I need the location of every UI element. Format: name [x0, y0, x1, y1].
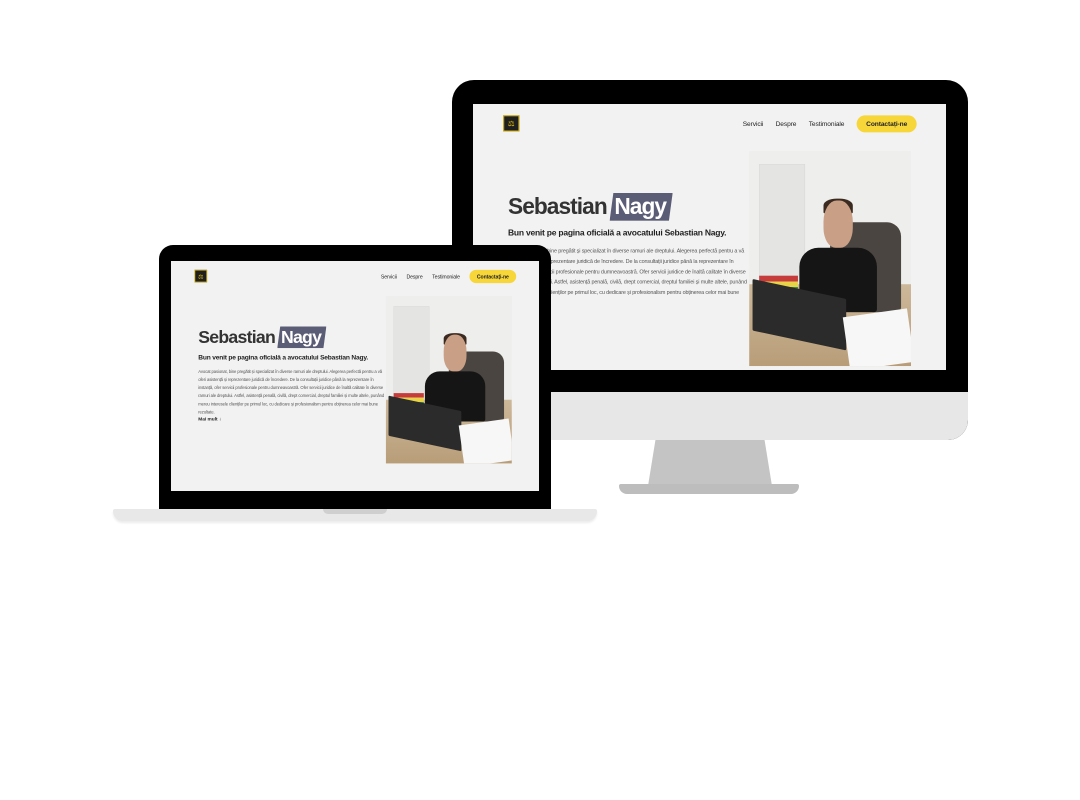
main-nav: Servicii Despre Testimoniale Contactați-… [743, 115, 917, 133]
nav-testimoniale[interactable]: Testimoniale [809, 120, 845, 128]
contact-button[interactable]: Contactați-ne [856, 115, 917, 133]
lawyer-photo [749, 151, 911, 367]
monitor-stand-base [619, 484, 799, 494]
hero-title: Sebastian Nagy [508, 192, 673, 221]
hero-last-name: Nagy [277, 326, 327, 349]
hero-title: Sebastian Nagy [198, 326, 327, 349]
lawyer-photo [385, 296, 512, 464]
contact-button[interactable]: Contactați-ne [469, 269, 517, 284]
laptop-screen: ⚖ Servicii Despre Testimoniale Contactaț… [171, 261, 539, 491]
laptop-base [113, 509, 597, 521]
hero-last-name: Nagy [609, 192, 673, 221]
hero-first-name: Sebastian [508, 194, 608, 220]
hero-subtitle: Bun venit pe pagina oficială a avocatulu… [508, 227, 727, 238]
main-nav: Servicii Despre Testimoniale Contactați-… [381, 269, 517, 284]
hero-bio: Avocat pasionat, bine pregătit și specia… [198, 369, 385, 415]
logo-icon[interactable]: ⚖ [503, 115, 520, 132]
nav-servicii[interactable]: Servicii [743, 120, 764, 128]
logo-icon[interactable]: ⚖ [194, 269, 208, 283]
monitor-stand [648, 440, 772, 486]
hero-first-name: Sebastian [198, 327, 276, 348]
laptop: ⚖ Servicii Despre Testimoniale Contactaț… [159, 245, 551, 509]
website-laptop: ⚖ Servicii Despre Testimoniale Contactaț… [171, 261, 539, 482]
nav-despre[interactable]: Despre [776, 120, 797, 128]
hero-subtitle: Bun venit pe pagina oficială a avocatulu… [198, 353, 368, 362]
laptop-notch [323, 509, 387, 514]
nav-testimoniale[interactable]: Testimoniale [432, 274, 460, 280]
nav-servicii[interactable]: Servicii [381, 274, 397, 280]
nav-despre[interactable]: Despre [406, 274, 422, 280]
more-link[interactable]: Mai mult ↓ [198, 416, 221, 422]
